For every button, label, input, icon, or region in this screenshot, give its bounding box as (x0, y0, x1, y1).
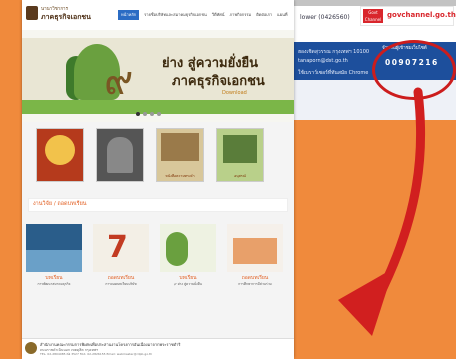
carousel-dot[interactable] (143, 112, 147, 116)
thumbnail-card[interactable]: หนังสือความทรงจำ (156, 128, 204, 182)
nav-companies[interactable]: รายชื่อบริษัทและสมาคมธุรกิจเอกชน (144, 10, 207, 20)
main-nav: หน้าหลัก รายชื่อบริษัทและสมาคมธุรกิจเอกช… (118, 10, 287, 20)
hero-title-line2: ภาคธุรกิจเอกชน (172, 74, 265, 89)
book-tag: ถอดบทเรียน (107, 275, 135, 281)
book-cover (160, 224, 216, 272)
nav-videos[interactable]: วีดีทัศน์ (212, 10, 225, 20)
site-footer: สำนักงานคณะกรรมการพิเศษเพื่อประสานงานโคร… (22, 338, 294, 359)
book-desc: การพัฒนาสมาคมธุรกิจ (37, 282, 71, 286)
nav-home[interactable]: หน้าหลัก (118, 10, 140, 20)
book-cover: 7 (93, 224, 149, 272)
emblem-icon (25, 342, 37, 354)
book-desc: ๙ ย่าง สู่ความยั่งยืน (174, 282, 202, 286)
carousel-dot[interactable] (150, 112, 154, 116)
carousel-dot[interactable] (136, 112, 140, 116)
thumbnail-card[interactable] (36, 128, 84, 182)
website-screenshot: นานาวิชาการ ภาคธุรกิจเอกชน หน้าหลัก รายช… (22, 0, 294, 359)
thumbnail-image (45, 135, 75, 165)
site-header: นานาวิชาการ ภาคธุรกิจเอกชน หน้าหลัก รายช… (22, 0, 294, 31)
thumbnail-image (223, 135, 257, 163)
logo-mark-icon (26, 6, 38, 20)
carousel-dot[interactable] (157, 112, 161, 116)
footer-contact: TEL. 02-2804085 ต่อ 3527 FAX. 02-2826155… (40, 352, 153, 356)
thumbnail-image (107, 137, 133, 173)
research-section-header: งานวิจัย / ถอดบทเรียน (28, 198, 288, 212)
book-list: บทเรียน การพัฒนาสมาคมธุรกิจ 7 ถอดบทเรียน… (26, 224, 283, 286)
book-tag: บทเรียน (179, 275, 197, 281)
thumbnail-row: หนังสือความทรงจำ อนุสรณ์ (36, 128, 264, 182)
thumbnail-image (161, 133, 199, 161)
site-logo[interactable]: นานาวิชาการ ภาคธุรกิจเอกชน (26, 4, 91, 24)
thumbnail-card[interactable]: อนุสรณ์ (216, 128, 264, 182)
logo-line1: นานาวิชาการ (41, 7, 68, 12)
hero-download-link[interactable]: Download (222, 90, 247, 96)
thumbnail-card[interactable] (96, 128, 144, 182)
book-cover (227, 224, 283, 272)
thumbnail-caption: อนุสรณ์ (234, 174, 246, 178)
nav-map[interactable]: แผนที่ (277, 10, 287, 20)
book-desc: การถอดบทเรียนบริษัท (105, 282, 137, 286)
book-tag: บทเรียน (45, 275, 63, 281)
carousel-dots[interactable] (136, 112, 161, 116)
book-tag: ถอดบทเรียน (241, 275, 269, 281)
nav-gallery[interactable]: ภาพกิจกรรม (230, 10, 252, 20)
book-card[interactable]: บทเรียน การพัฒนาสมาคมธุรกิจ (26, 224, 82, 286)
book-desc: การศึกษาการมีส่วนร่วม (238, 282, 272, 286)
logo-line2: ภาคธุรกิจเอกชน (41, 13, 91, 21)
hero-banner[interactable]: ๙ ย่าง สู่ความยั่งยืน ภาคธุรกิจเอกชน Dow… (22, 30, 294, 122)
nav-contact[interactable]: ติดต่อเรา (256, 10, 272, 20)
book-cover (26, 224, 82, 272)
thumbnail-caption: หนังสือความทรงจำ (165, 174, 195, 178)
book-card[interactable]: ถอดบทเรียน การศึกษาการมีส่วนร่วม (227, 224, 283, 286)
book-card[interactable]: 7 ถอดบทเรียน การถอดบทเรียนบริษัท (93, 224, 149, 286)
book-card[interactable]: บทเรียน ๙ ย่าง สู่ความยั่งยืน (160, 224, 216, 286)
section-title[interactable]: งานวิจัย / ถอดบทเรียน (33, 200, 87, 208)
